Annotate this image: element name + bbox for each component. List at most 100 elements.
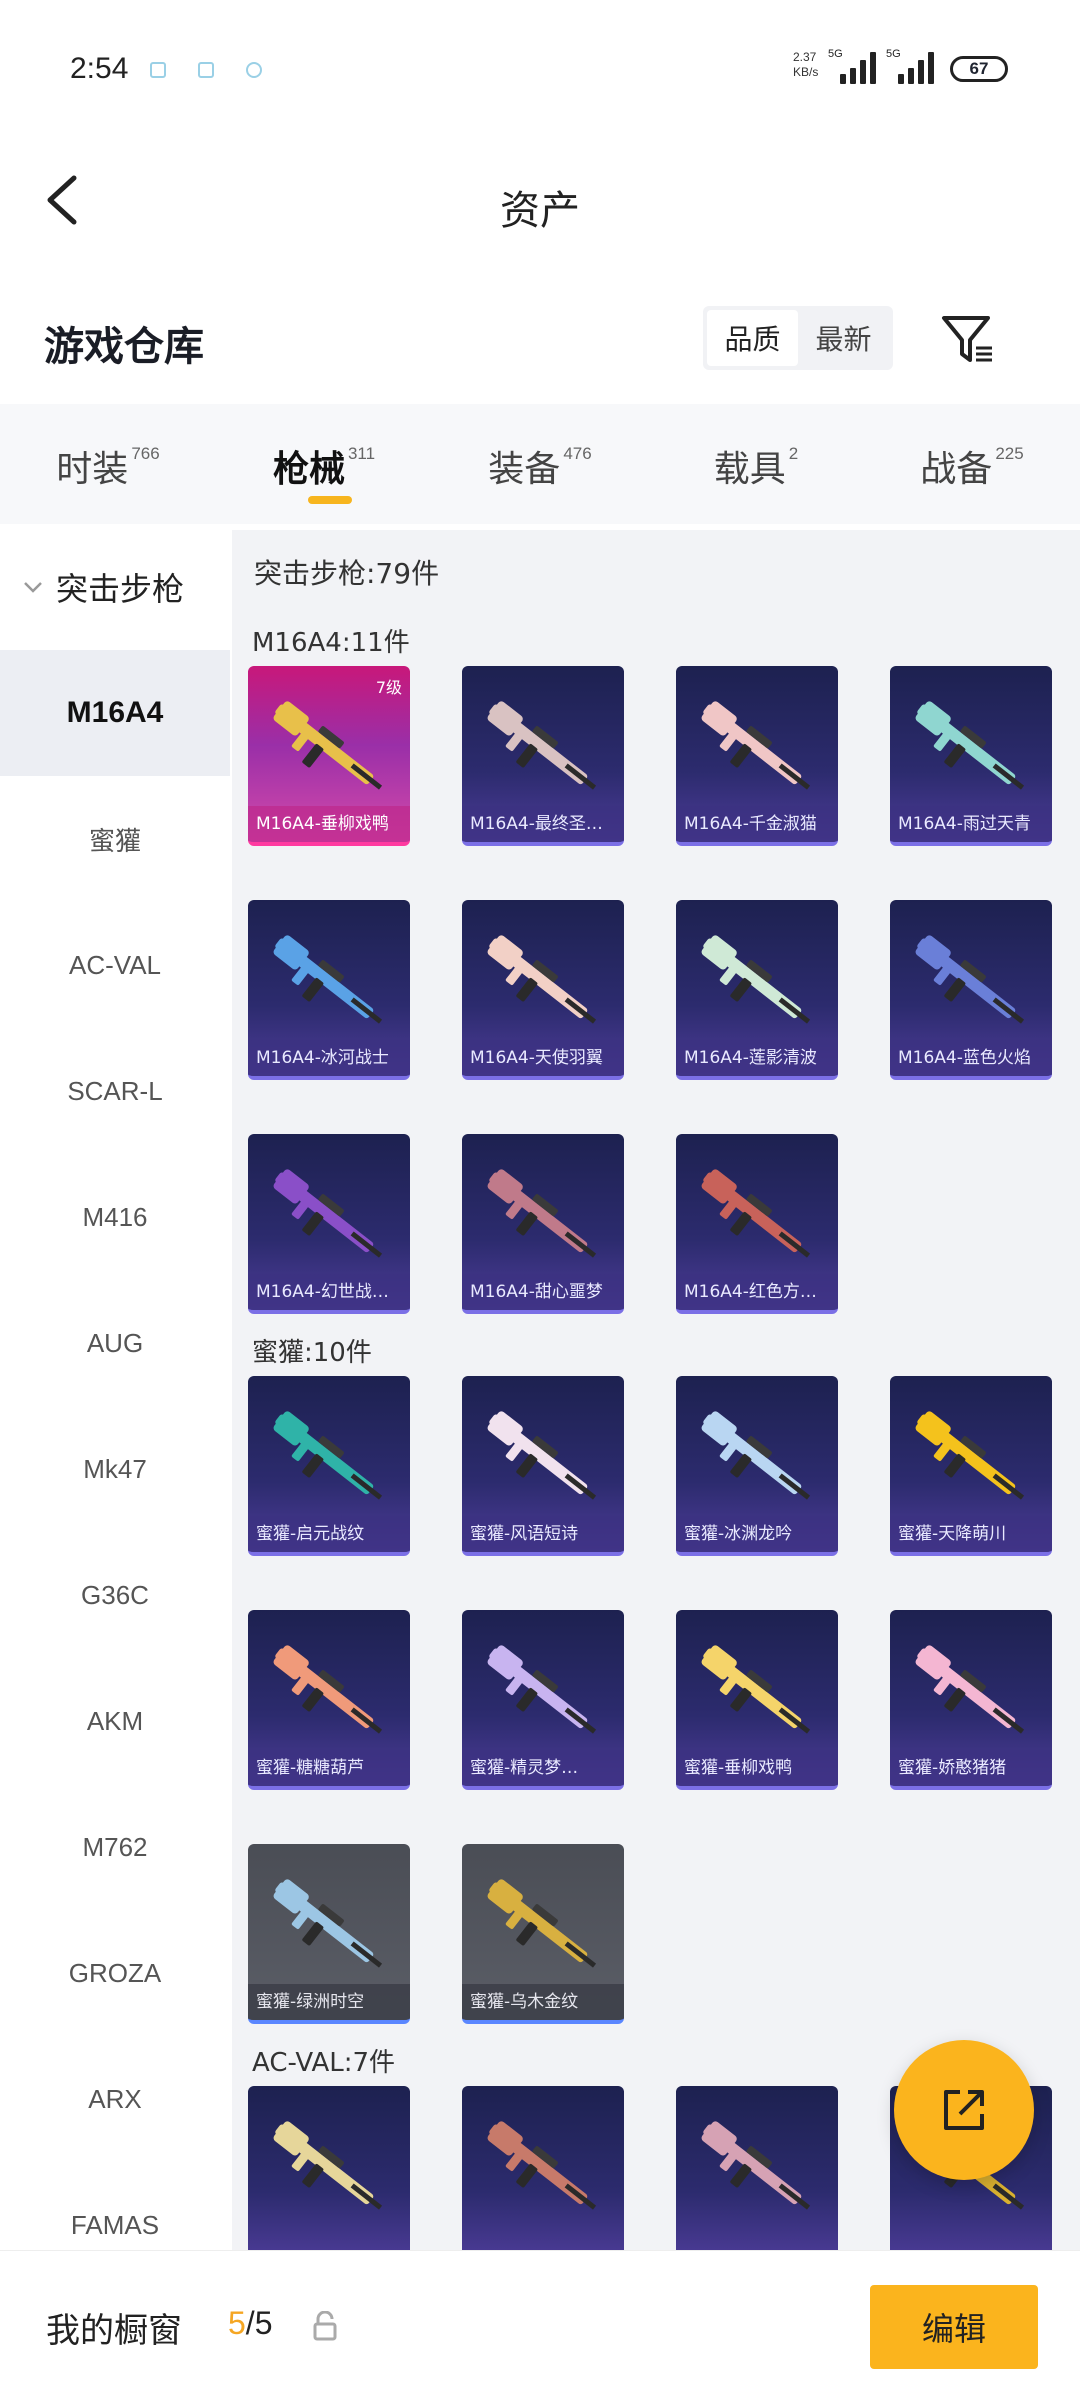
weapon-card[interactable]: M16A4-最终圣…	[462, 666, 624, 846]
weapon-name: M16A4-蓝色火焰	[890, 1040, 1052, 1076]
weapon-name: M16A4-最终圣…	[462, 806, 624, 842]
tab-vehicles[interactable]: 载具 2	[648, 404, 864, 524]
weapon-name: M16A4-雨过天青	[890, 806, 1052, 842]
weapon-name: 蜜獾-糖糖葫芦	[248, 1750, 410, 1786]
sort-newest-button[interactable]: 最新	[798, 310, 889, 366]
showcase-label: 我的橱窗	[46, 2311, 182, 2351]
notification-icon	[246, 62, 262, 78]
weapon-card[interactable]	[676, 2086, 838, 2250]
signal-icon	[840, 50, 876, 84]
share-button[interactable]	[894, 2040, 1034, 2180]
sidebar-item[interactable]: G36C	[0, 1532, 230, 1658]
section-title: AC-VAL:7件	[252, 2048, 396, 2078]
sidebar-item[interactable]: GROZA	[0, 1910, 230, 2036]
weapon-image	[487, 1645, 597, 1734]
category-tabs: 时装 766 枪械 311 装备 476 载具 2 战备 225	[0, 404, 1080, 524]
level-badge: 7级	[375, 678, 402, 697]
weapon-name: 蜜獾-启元战纹	[248, 1516, 410, 1552]
weapon-sidebar: 突击步枪 M16A4 蜜獾 AC-VAL SCAR-L M416 AUG Mk47 G36C A…	[0, 524, 230, 2250]
weapon-card[interactable]: M16A4-天使羽翼	[462, 900, 624, 1080]
weapon-image	[915, 1411, 1025, 1500]
weapon-image	[701, 1645, 811, 1734]
sidebar-item[interactable]: SCAR-L	[0, 1028, 230, 1154]
active-tab-indicator	[308, 496, 352, 504]
sidebar-item[interactable]: AC-VAL	[0, 902, 230, 1028]
weapon-image	[273, 935, 383, 1024]
weapon-card[interactable]: M16A4-雨过天青	[890, 666, 1052, 846]
notification-icon	[150, 62, 166, 78]
weapon-card[interactable]	[248, 2086, 410, 2250]
weapon-image	[701, 701, 811, 790]
weapon-card[interactable]: 蜜獾-天降萌川	[890, 1376, 1052, 1556]
weapon-card[interactable]: M16A4-莲影清波	[676, 900, 838, 1080]
weapon-name: M16A4-千金淑猫	[676, 806, 838, 842]
sort-quality-button[interactable]: 品质	[707, 310, 798, 366]
weapon-name: M16A4-天使羽翼	[462, 1040, 624, 1076]
app-header: 资产	[0, 140, 1080, 260]
weapon-image	[701, 2121, 811, 2210]
weapon-card[interactable]: 蜜獾-乌木金纹	[462, 1844, 624, 2024]
weapon-image	[487, 1169, 597, 1258]
weapon-card[interactable]: 蜜獾-垂柳戏鸭	[676, 1610, 838, 1790]
weapon-name: M16A4-甜心噩梦	[462, 1274, 624, 1310]
weapon-card[interactable]: M16A4-幻世战…	[248, 1134, 410, 1314]
weapon-name: 蜜獾-垂柳戏鸭	[676, 1750, 838, 1786]
tab-supplies[interactable]: 战备 225	[864, 404, 1080, 524]
filter-icon[interactable]	[940, 312, 996, 368]
weapon-image	[701, 935, 811, 1024]
weapon-name: M16A4-幻世战…	[248, 1274, 410, 1310]
weapon-name: M16A4-冰河战士	[248, 1040, 410, 1076]
weapon-image	[701, 1169, 811, 1258]
edit-button[interactable]: 编辑	[870, 2285, 1038, 2369]
weapon-card[interactable]: 蜜獾-绿洲时空	[248, 1844, 410, 2024]
weapon-card[interactable]: 7级 M16A4-垂柳戏鸭	[248, 666, 410, 846]
sidebar-item[interactable]: Mk47	[0, 1406, 230, 1532]
network-speed: 2.37 KB/s	[793, 50, 819, 79]
sidebar-item[interactable]: ARX	[0, 2036, 230, 2162]
warehouse-header: 游戏仓库 品质 最新	[0, 290, 1080, 390]
sidebar-item[interactable]: AKM	[0, 1658, 230, 1784]
weapon-image	[915, 935, 1025, 1024]
battery-icon: 67	[950, 56, 1008, 82]
sidebar-group-assault-rifles[interactable]: 突击步枪	[0, 524, 230, 650]
sidebar-item[interactable]: M16A4	[0, 650, 230, 776]
tab-fashion[interactable]: 时装 766	[0, 404, 216, 524]
tab-equipment[interactable]: 装备 476	[432, 404, 648, 524]
showcase-count: 5/5	[228, 2305, 273, 2341]
status-time: 2:54	[70, 52, 129, 85]
share-out-icon	[944, 2090, 984, 2130]
weapon-name: M16A4-红色方…	[676, 1274, 838, 1310]
weapon-card[interactable]: M16A4-甜心噩梦	[462, 1134, 624, 1314]
section-title: 蜜獾:10件	[252, 1338, 372, 1368]
notification-icon	[198, 62, 214, 78]
sidebar-item[interactable]: 蜜獾	[0, 776, 230, 902]
weapon-card[interactable]: M16A4-蓝色火焰	[890, 900, 1052, 1080]
sidebar-item[interactable]: AUG	[0, 1280, 230, 1406]
weapon-name: 蜜獾-冰渊龙吟	[676, 1516, 838, 1552]
weapon-name: 蜜獾-娇憨猪猪	[890, 1750, 1052, 1786]
weapon-image	[487, 1879, 597, 1968]
weapon-image	[487, 935, 597, 1024]
weapon-card[interactable]: 蜜獾-风语短诗	[462, 1376, 624, 1556]
weapon-card[interactable]: 蜜獾-精灵梦…	[462, 1610, 624, 1790]
weapon-card[interactable]	[462, 2086, 624, 2250]
sidebar-item[interactable]: M762	[0, 1784, 230, 1910]
weapon-image	[273, 2121, 383, 2210]
showcase-bar: 我的橱窗 5/5 编辑	[0, 2250, 1080, 2400]
weapon-card[interactable]: M16A4-红色方…	[676, 1134, 838, 1314]
weapon-card[interactable]: M16A4-冰河战士	[248, 900, 410, 1080]
weapon-card[interactable]: M16A4-千金淑猫	[676, 666, 838, 846]
weapon-card[interactable]: 蜜獾-启元战纹	[248, 1376, 410, 1556]
weapon-name: 蜜獾-乌木金纹	[462, 1984, 624, 2020]
tab-firearms[interactable]: 枪械 311	[216, 404, 432, 524]
sidebar-list: M16A4 蜜獾 AC-VAL SCAR-L M416 AUG Mk47 G36C AKM M76…	[0, 650, 230, 2288]
weapon-card[interactable]: 蜜獾-冰渊龙吟	[676, 1376, 838, 1556]
sort-toggle: 品质 最新	[703, 306, 893, 370]
weapon-card[interactable]: 蜜獾-糖糖葫芦	[248, 1610, 410, 1790]
warehouse-title: 游戏仓库	[44, 324, 204, 370]
signal-icon	[898, 50, 934, 84]
weapon-image	[701, 1411, 811, 1500]
sidebar-item[interactable]: M416	[0, 1154, 230, 1280]
weapon-card[interactable]: 蜜獾-娇憨猪猪	[890, 1610, 1052, 1790]
weapon-image	[487, 2121, 597, 2210]
